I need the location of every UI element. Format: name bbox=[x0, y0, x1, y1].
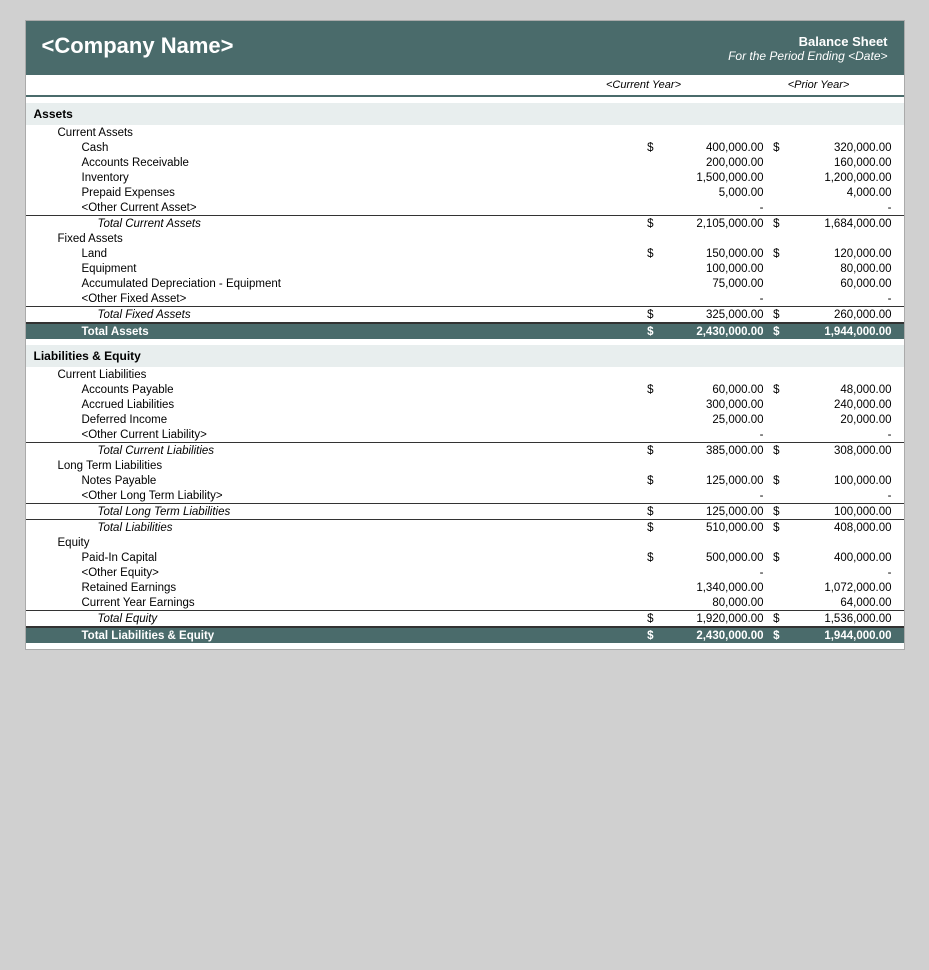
ar-row: Accounts Receivable 200,000.00 160,000.0… bbox=[26, 155, 904, 170]
cash-row: Cash $ 400,000.00 $ 320,000.00 bbox=[26, 140, 904, 155]
total-liabilities-equity-row: Total Liabilities & Equity $ 2,430,000.0… bbox=[26, 627, 904, 643]
ap-row: Accounts Payable $ 60,000.00 $ 48,000.00 bbox=[26, 382, 904, 397]
current-year-earnings-row: Current Year Earnings 80,000.00 64,000.0… bbox=[26, 595, 904, 611]
prepaid-row: Prepaid Expenses 5,000.00 4,000.00 bbox=[26, 185, 904, 200]
header-right: Balance Sheet For the Period Ending <Dat… bbox=[728, 34, 887, 63]
total-equity-row: Total Equity $ 1,920,000.00 $ 1,536,000.… bbox=[26, 611, 904, 628]
equipment-row: Equipment 100,000.00 80,000.00 bbox=[26, 261, 904, 276]
fixed-assets-label-row: Fixed Assets bbox=[26, 231, 904, 246]
sheet-subtitle: For the Period Ending <Date> bbox=[728, 49, 887, 63]
total-assets-row: Total Assets $ 2,430,000.00 $ 1,944,000.… bbox=[26, 323, 904, 339]
col-header-py: <Prior Year> bbox=[744, 79, 904, 91]
inventory-row: Inventory 1,500,000.00 1,200,000.00 bbox=[26, 170, 904, 185]
accum-dep-row: Accumulated Depreciation - Equipment 75,… bbox=[26, 276, 904, 291]
current-liabilities-label-row: Current Liabilities bbox=[26, 367, 904, 382]
land-row: Land $ 150,000.00 $ 120,000.00 bbox=[26, 246, 904, 261]
total-lt-liabilities-row: Total Long Term Liabilities $ 125,000.00… bbox=[26, 504, 904, 520]
sheet-wrapper: <Company Name> Balance Sheet For the Per… bbox=[25, 20, 905, 650]
deferred-row: Deferred Income 25,000.00 20,000.00 bbox=[26, 412, 904, 427]
header: <Company Name> Balance Sheet For the Per… bbox=[26, 21, 904, 75]
notes-payable-row: Notes Payable $ 125,000.00 $ 100,000.00 bbox=[26, 473, 904, 488]
total-liabilities-row: Total Liabilities $ 510,000.00 $ 408,000… bbox=[26, 520, 904, 536]
accrued-row: Accrued Liabilities 300,000.00 240,000.0… bbox=[26, 397, 904, 412]
other-current-liability-row: <Other Current Liability> - - bbox=[26, 427, 904, 443]
total-current-assets-row: Total Current Assets $ 2,105,000.00 $ 1,… bbox=[26, 216, 904, 232]
total-fixed-assets-row: Total Fixed Assets $ 325,000.00 $ 260,00… bbox=[26, 307, 904, 324]
equity-label-row: Equity bbox=[26, 535, 904, 550]
paid-in-capital-row: Paid-In Capital $ 500,000.00 $ 400,000.0… bbox=[26, 550, 904, 565]
other-current-asset-row: <Other Current Asset> - - bbox=[26, 200, 904, 216]
retained-earnings-row: Retained Earnings 1,340,000.00 1,072,000… bbox=[26, 580, 904, 595]
assets-section-header: Assets bbox=[26, 103, 904, 125]
lt-liabilities-label-row: Long Term Liabilities bbox=[26, 458, 904, 473]
liabilities-section-header: Liabilities & Equity bbox=[26, 345, 904, 367]
other-equity-row: <Other Equity> - - bbox=[26, 565, 904, 580]
col-headers: <Current Year> <Prior Year> bbox=[26, 75, 904, 97]
col-header-cy: <Current Year> bbox=[544, 79, 744, 91]
total-current-liabilities-row: Total Current Liabilities $ 385,000.00 $… bbox=[26, 443, 904, 459]
balance-sheet-table: Assets Current Assets Cash $ 400,000.00 … bbox=[26, 97, 904, 649]
current-assets-label-row: Current Assets bbox=[26, 125, 904, 140]
other-lt-liability-row: <Other Long Term Liability> - - bbox=[26, 488, 904, 504]
other-fixed-row: <Other Fixed Asset> - - bbox=[26, 291, 904, 307]
sheet-title: Balance Sheet bbox=[728, 34, 887, 49]
